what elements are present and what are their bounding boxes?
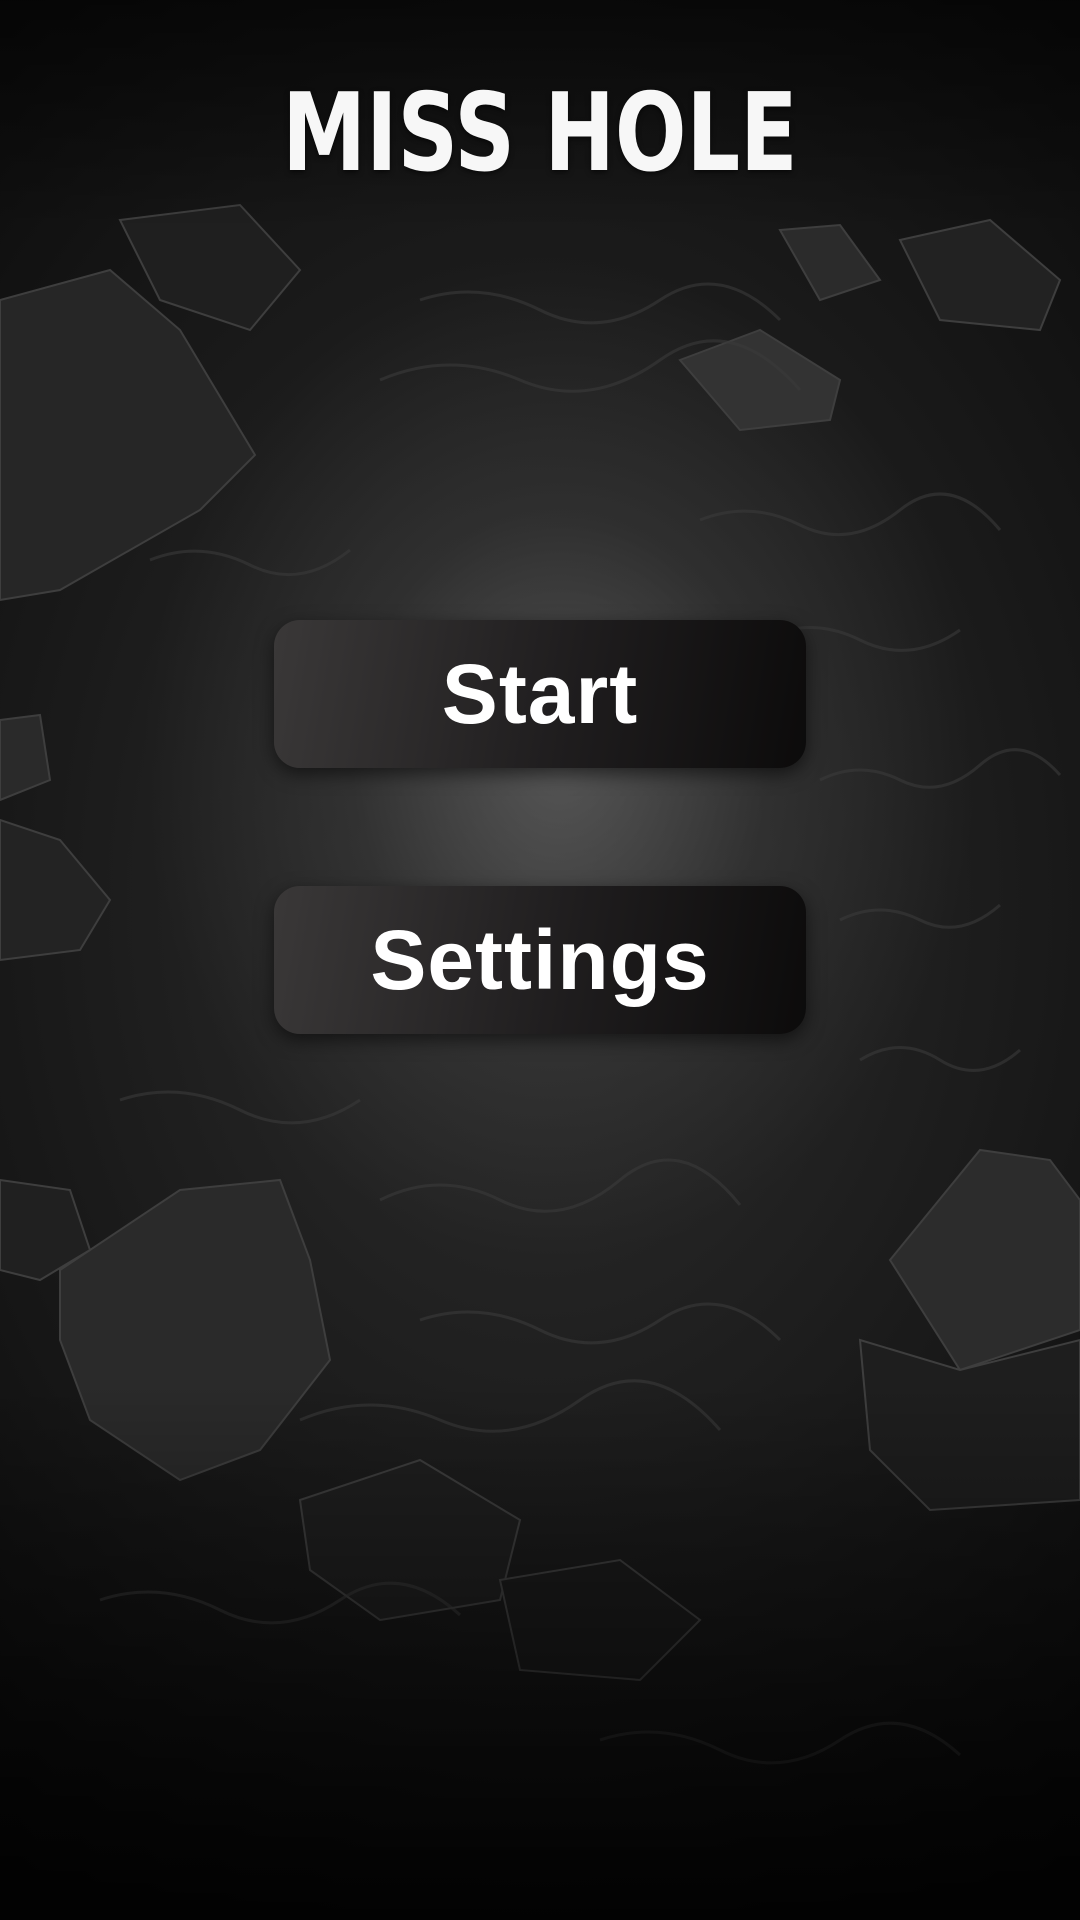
game-title: MISS HOLE: [282, 71, 798, 196]
main-menu-screen: MISS HOLE Start Settings: [0, 0, 1080, 1920]
rock-bottom-right: [888, 1148, 1080, 1372]
settings-button[interactable]: Settings: [274, 886, 806, 1034]
start-button[interactable]: Start: [274, 620, 806, 768]
rock-bottom-left: [59, 1178, 332, 1482]
